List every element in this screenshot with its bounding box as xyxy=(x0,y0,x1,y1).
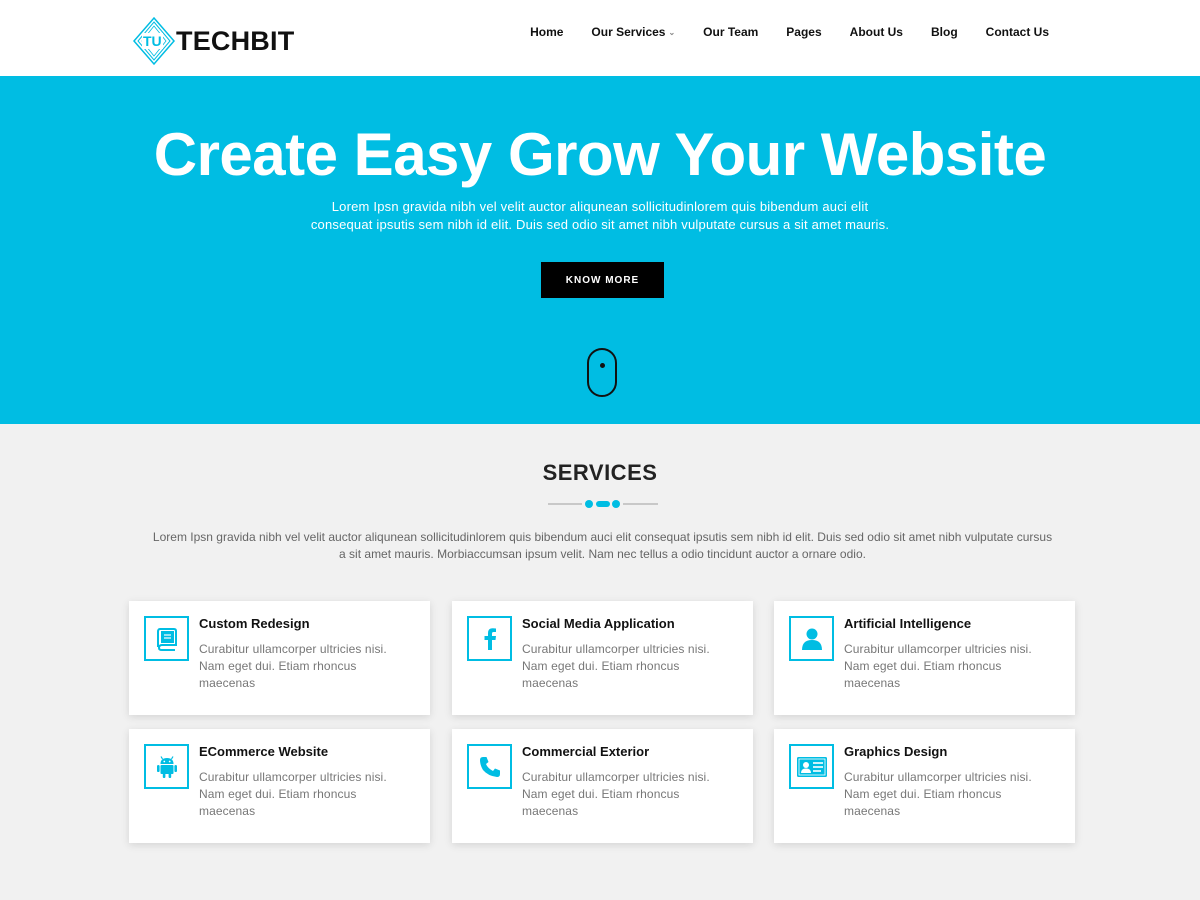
service-card-graphics-design[interactable]: Graphics Design Curabitur ullamcorper ul… xyxy=(774,729,1075,843)
service-card-text: Curabitur ullamcorper ultricies nisi. Na… xyxy=(199,642,387,690)
service-card-title: Graphics Design xyxy=(844,744,948,759)
logo[interactable]: TU TECHBIT xyxy=(132,16,294,66)
nav-contact-us-label: Contact Us xyxy=(985,25,1049,39)
logo-mark-text: TU xyxy=(142,33,163,49)
facebook-icon xyxy=(467,616,512,661)
nav-our-services-label: Our Services xyxy=(591,25,666,39)
id-card-icon xyxy=(789,744,834,789)
nav-blog-label: Blog xyxy=(930,25,958,39)
service-card-custom-redesign[interactable]: Custom Redesign Curabitur ullamcorper ul… xyxy=(129,601,430,715)
service-card-ecommerce-website[interactable]: ECommerce Website Curabitur ullamcorper … xyxy=(129,729,430,843)
logo-text: TECHBIT xyxy=(176,25,295,56)
book-icon xyxy=(144,616,189,661)
divider-dot-left xyxy=(585,500,593,508)
service-card-social-media-application[interactable]: Social Media Application Curabitur ullam… xyxy=(452,601,753,715)
nav-our-team-label: Our Team xyxy=(703,25,759,39)
know-more-button[interactable]: KNOW MORE xyxy=(541,262,664,298)
service-card-text: Curabitur ullamcorper ultricies nisi. Na… xyxy=(199,770,387,818)
service-card-text: Curabitur ullamcorper ultricies nisi. Na… xyxy=(844,642,1032,690)
service-card-text: Curabitur ullamcorper ultricies nisi. Na… xyxy=(844,770,1032,818)
hero-subtitle-line1: Lorem Ipsn gravida nibh vel velit auctor… xyxy=(331,199,869,214)
service-card-text: Curabitur ullamcorper ultricies nisi. Na… xyxy=(522,642,710,690)
service-card-title: Artificial Intelligence xyxy=(844,616,972,631)
nav-home-label: Home xyxy=(530,25,564,39)
service-card-title: Social Media Application xyxy=(522,616,675,631)
nav-about-us-label: About Us xyxy=(849,25,903,39)
nav-home[interactable]: Home xyxy=(530,25,563,39)
service-card-artificial-intelligence[interactable]: Artificial Intelligence Curabitur ullamc… xyxy=(774,601,1075,715)
nav-blog[interactable]: Blog xyxy=(931,25,958,39)
hero-subtitle-line2: consequat ipsutis sem nibh id elit. Duis… xyxy=(310,217,890,232)
phone-icon xyxy=(467,744,512,789)
nav-pages[interactable]: Pages xyxy=(786,25,821,39)
service-card-commercial-exterior[interactable]: Commercial Exterior Curabitur ullamcorpe… xyxy=(452,729,753,843)
service-card-title: Custom Redesign xyxy=(199,616,310,631)
service-card-title: ECommerce Website xyxy=(199,744,329,759)
service-card-text: Curabitur ullamcorper ultricies nisi. Na… xyxy=(522,770,710,818)
nav-our-services[interactable]: Our Services ⌄ xyxy=(591,25,675,39)
android-icon xyxy=(144,744,189,789)
nav-contact-us[interactable]: Contact Us xyxy=(986,25,1049,39)
section-divider xyxy=(548,500,658,508)
main-nav: Home Our Services ⌄ Our Team Pages About … xyxy=(530,25,1049,39)
divider-dot-right xyxy=(612,500,620,508)
hero-section: Create Easy Grow Your Website Lorem Ipsn… xyxy=(0,76,1200,424)
nav-pages-label: Pages xyxy=(786,25,822,39)
divider-line-left xyxy=(548,503,582,505)
mouse-wheel-dot xyxy=(600,363,605,368)
user-icon xyxy=(789,616,834,661)
mouse-scroll-icon[interactable] xyxy=(587,348,617,397)
nav-our-team[interactable]: Our Team xyxy=(703,25,758,39)
hero-title: Create Easy Grow Your Website xyxy=(153,121,1047,188)
services-description: Lorem Ipsn gravida nibh vel velit auctor… xyxy=(152,530,1053,561)
services-title: SERVICES xyxy=(542,460,658,485)
hero-subtitle: Lorem Ipsn gravida nibh vel velit auctor… xyxy=(290,198,910,234)
nav-about-us[interactable]: About Us xyxy=(850,25,903,39)
site-header: TU TECHBIT Home Our Services ⌄ Our Team P… xyxy=(0,0,1200,76)
chevron-down-icon: ⌄ xyxy=(668,27,676,37)
divider-line-right xyxy=(623,503,658,505)
service-card-title: Commercial Exterior xyxy=(522,744,650,759)
logo-mark-icon: TU xyxy=(132,16,176,66)
divider-bar xyxy=(596,501,610,507)
